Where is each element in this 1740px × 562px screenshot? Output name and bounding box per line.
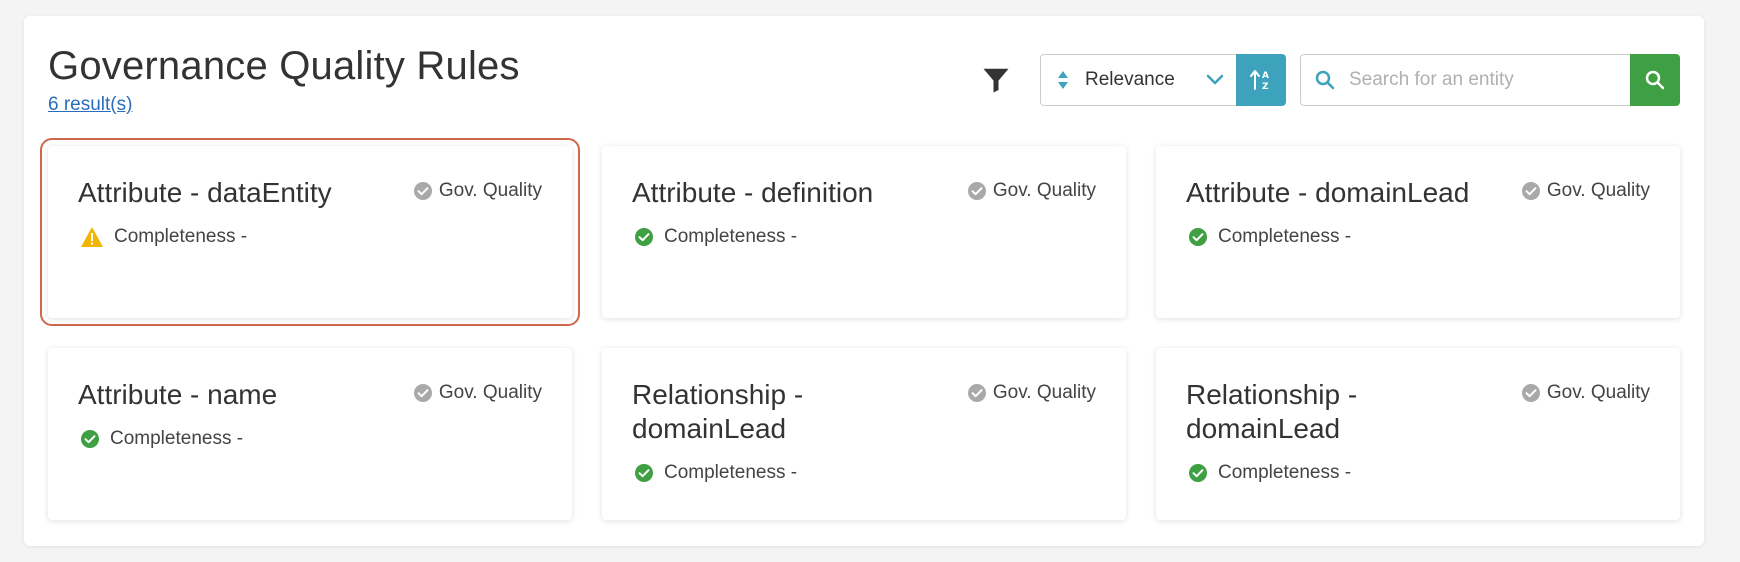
check-circle-icon — [1521, 182, 1540, 200]
search-button[interactable] — [1630, 54, 1680, 106]
status-ok-icon — [635, 228, 653, 246]
rule-card-grid: Attribute - dataEntity Gov. Quality Comp… — [40, 138, 1680, 520]
search-input[interactable] — [1349, 69, 1599, 91]
check-circle-icon — [967, 182, 986, 200]
search-field[interactable] — [1300, 54, 1630, 106]
rule-card[interactable]: Attribute - definition Gov. Quality Comp… — [602, 146, 1126, 318]
rule-card-title: Attribute - domainLead — [1186, 177, 1470, 208]
rule-card-tag-label: Gov. Quality — [438, 382, 542, 403]
rule-card-status: Completeness - — [632, 462, 1096, 484]
check-circle-icon — [413, 182, 432, 200]
status-ok-icon — [635, 464, 653, 482]
rule-card-tag-label: Gov. Quality — [992, 382, 1096, 403]
sort-control: Relevance A Z — [1040, 54, 1286, 106]
svg-text:A: A — [1262, 71, 1269, 81]
rule-card-title: Attribute - definition — [632, 177, 874, 208]
rule-card-tag-label: Gov. Quality — [1546, 382, 1650, 403]
status-ok-icon — [1189, 464, 1207, 482]
rule-card[interactable]: Attribute - dataEntity Gov. Quality Comp… — [40, 138, 580, 326]
search-control — [1300, 54, 1680, 106]
status-ok-icon — [81, 430, 99, 448]
rule-card[interactable]: Attribute - name Gov. Quality Completene… — [48, 348, 572, 520]
filter-icon — [983, 68, 1009, 93]
sort-alpha-icon: A Z — [1250, 70, 1269, 92]
rule-card-status-text: Completeness - — [664, 462, 798, 483]
search-icon — [1315, 70, 1335, 90]
rule-card-tag: Gov. Quality — [1521, 180, 1650, 202]
rule-card-title: Relationship - domainLead — [1186, 379, 1358, 444]
rule-card-tag-label: Gov. Quality — [992, 180, 1096, 201]
rule-card-tag: Gov. Quality — [413, 180, 542, 202]
rule-card-status-text: Completeness - — [114, 226, 248, 247]
rule-card-title: Attribute - name — [78, 379, 278, 410]
sort-select[interactable]: Relevance — [1040, 54, 1236, 106]
rules-panel: Governance Quality Rules 6 result(s) Rel… — [24, 16, 1704, 546]
rule-card-status-text: Completeness - — [110, 428, 244, 449]
sort-select-value: Relevance — [1085, 69, 1175, 90]
rule-card-status: Completeness - — [1186, 226, 1650, 248]
rule-card[interactable]: Relationship - domainLead Gov. Quality C… — [602, 348, 1126, 520]
rule-card-status-text: Completeness - — [1218, 226, 1352, 247]
toolbar: Relevance A Z — [976, 54, 1680, 106]
rule-card-status-text: Completeness - — [1218, 462, 1352, 483]
warning-icon — [81, 227, 103, 247]
rule-card-status-text: Completeness - — [664, 226, 798, 247]
result-count-link[interactable]: 6 result(s) — [48, 94, 132, 116]
rule-card-status: Completeness - — [78, 428, 542, 450]
status-ok-icon — [1189, 228, 1207, 246]
rule-card[interactable]: Attribute - domainLead Gov. Quality Comp… — [1156, 146, 1680, 318]
rule-card-title: Attribute - dataEntity — [78, 177, 332, 208]
rule-card-tag: Gov. Quality — [967, 180, 1096, 202]
rule-card-status: Completeness - — [632, 226, 1096, 248]
svg-text:Z: Z — [1262, 82, 1269, 92]
check-circle-icon — [413, 384, 432, 402]
page-title: Governance Quality Rules — [48, 44, 520, 88]
sort-direction-button[interactable]: A Z — [1236, 54, 1286, 106]
check-circle-icon — [1521, 384, 1540, 402]
rule-card-status: Completeness - — [78, 226, 542, 248]
check-circle-icon — [967, 384, 986, 402]
rule-card-status: Completeness - — [1186, 462, 1650, 484]
rule-card-tag-label: Gov. Quality — [1546, 180, 1650, 201]
rule-card-tag: Gov. Quality — [967, 382, 1096, 404]
rule-card[interactable]: Relationship - domainLead Gov. Quality C… — [1156, 348, 1680, 520]
rule-card-tag: Gov. Quality — [413, 382, 542, 404]
rule-card-tag: Gov. Quality — [1521, 382, 1650, 404]
rule-card-title: Relationship - domainLead — [632, 379, 804, 444]
filter-button[interactable] — [976, 60, 1016, 100]
chevron-down-icon — [1206, 74, 1224, 85]
sort-updown-icon — [1058, 71, 1068, 89]
rule-card-tag-label: Gov. Quality — [438, 180, 542, 201]
search-icon — [1645, 70, 1665, 90]
